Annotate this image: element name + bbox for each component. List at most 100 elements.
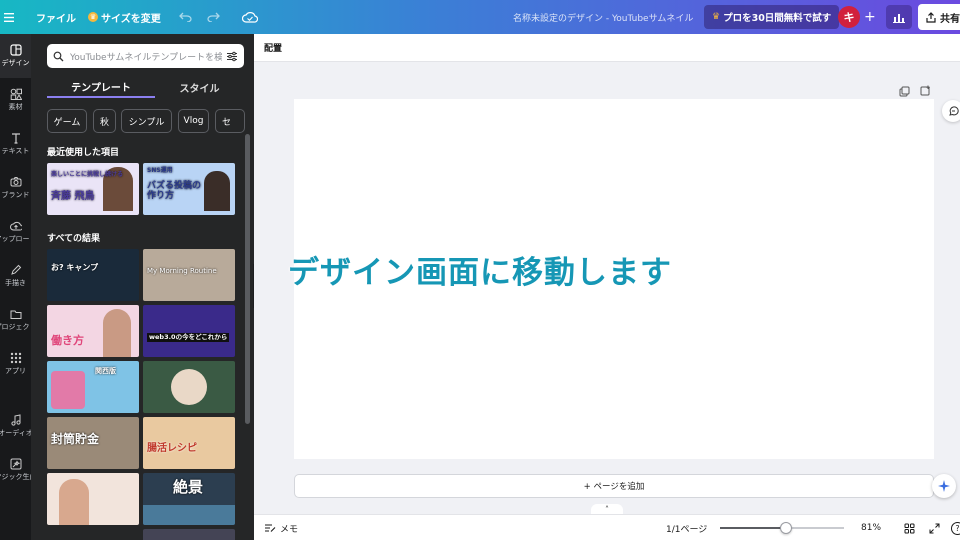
filter-chip[interactable]: 秋 — [93, 109, 116, 133]
avatar-letter: キ — [838, 6, 860, 28]
template-thumb[interactable]: 封筒貯金 — [47, 417, 139, 469]
filter-chip[interactable]: シンプル — [121, 109, 172, 133]
notes-label: メモ — [280, 524, 299, 535]
brand-icon — [10, 177, 21, 187]
rail-label: ブランド — [1, 191, 30, 199]
rail-item-draw[interactable]: 手描き — [0, 254, 31, 298]
bar-chart-icon — [886, 5, 912, 29]
rail-item-apps[interactable]: アプリ — [0, 342, 31, 386]
side-rail: デザイン 素材 テキスト ブランド アップロード 手描き プロジェクト アプリ … — [0, 34, 31, 540]
template-thumb[interactable]: 働き方 — [47, 305, 139, 357]
rail-item-brand[interactable]: ブランド — [0, 166, 31, 210]
audio-icon — [10, 414, 21, 426]
filter-icon — [227, 51, 237, 61]
resize-label: サイズを変更 — [101, 13, 161, 25]
template-thumb[interactable]: web3.0の今をどこれから — [143, 305, 235, 357]
draw-icon — [10, 264, 21, 275]
thumb-title: 斉藤 飛鳥 — [51, 191, 95, 202]
template-thumb[interactable] — [47, 473, 139, 525]
fullscreen-icon[interactable] — [929, 515, 940, 541]
thumb-subtitle: SNS運用 — [147, 167, 173, 174]
thumb-title: My Morning Routine — [147, 267, 217, 275]
upload-icon — [9, 221, 22, 231]
add-page-button[interactable]: + ページを追加 — [294, 474, 934, 498]
all-results-heading: すべての結果 — [47, 234, 101, 244]
rail-label: 手描き — [5, 279, 26, 287]
file-menu[interactable]: ファイル — [36, 0, 76, 34]
magic-icon — [10, 458, 21, 470]
rail-item-design[interactable]: デザイン — [0, 34, 31, 78]
thumb-subtitle: 楽しいことに挑戦し続ける — [51, 171, 124, 178]
rail-label: アップロード — [0, 235, 31, 243]
rail-item-magic[interactable]: マジック生成 — [0, 448, 31, 492]
template-thumb[interactable] — [47, 529, 139, 540]
rail-item-projects[interactable]: プロジェクト — [0, 298, 31, 342]
panel-scrollbar[interactable] — [245, 134, 250, 424]
try-pro-button[interactable]: ♛ プロを30日間無料で試す — [704, 0, 840, 34]
tab-templates[interactable]: テンプレート — [47, 76, 155, 98]
thumb-title: 絶景 — [173, 478, 204, 496]
notes-button[interactable]: メモ — [264, 515, 298, 541]
text-icon — [11, 133, 20, 144]
template-thumb[interactable]: お? キャンプ — [47, 249, 139, 301]
rail-item-elements[interactable]: 素材 — [0, 78, 31, 122]
rail-label: テキスト — [1, 147, 30, 155]
share-icon — [926, 11, 936, 23]
zoom-level[interactable]: 81% — [861, 515, 881, 541]
document-title[interactable]: 名称未設定のデザイン - YouTubeサムネイル — [513, 0, 693, 34]
comment-button[interactable] — [942, 100, 960, 122]
template-thumb[interactable]: My Morning Routine — [143, 249, 235, 301]
resize-button[interactable]: ♛ サイズを変更 — [88, 0, 161, 34]
share-button[interactable]: 共有 — [918, 0, 960, 34]
crown-icon: ♛ — [712, 12, 721, 22]
redo-icon[interactable] — [207, 0, 220, 34]
zoom-slider-handle[interactable] — [780, 522, 792, 534]
expand-pages-icon[interactable]: ˄ — [591, 504, 623, 514]
zoom-slider[interactable] — [720, 515, 844, 541]
help-icon[interactable]: ? — [951, 515, 960, 541]
add-page-icon[interactable] — [920, 81, 931, 100]
notes-icon — [265, 524, 276, 532]
template-thumb[interactable] — [143, 529, 235, 540]
add-collaborator-icon[interactable]: + — [864, 0, 876, 34]
rail-item-upload[interactable]: アップロード — [0, 210, 31, 254]
grid-view-icon[interactable] — [904, 515, 915, 541]
position-button[interactable]: 配置 — [264, 41, 282, 54]
search-placeholder: YouTubeサムネイルテンプレートを検索 — [70, 52, 222, 63]
magic-assistant-button[interactable] — [932, 474, 956, 498]
page-count[interactable]: 1/1ページ — [666, 515, 707, 541]
avatar[interactable]: キ — [838, 0, 860, 34]
template-thumb[interactable] — [143, 361, 235, 413]
context-toolbar: 配置 — [254, 34, 960, 62]
recent-heading: 最近使用した項目 — [47, 148, 120, 158]
recent-template-thumb[interactable]: バズる投稿の作り方 SNS運用 — [143, 163, 235, 215]
cloud-save-icon[interactable] — [242, 0, 258, 34]
thumb-title: 封筒貯金 — [51, 432, 100, 446]
search-input[interactable]: YouTubeサムネイルテンプレートを検索 — [47, 44, 244, 68]
template-thumb[interactable]: 関西版 — [47, 361, 139, 413]
filter-chip[interactable]: ゲーム — [47, 109, 87, 133]
thumb-title: 働き方 — [51, 334, 84, 347]
undo-icon[interactable] — [179, 0, 192, 34]
template-thumb[interactable]: 絶景 — [143, 473, 235, 525]
insights-button[interactable] — [886, 0, 912, 34]
thumb-title: お? キャンプ — [51, 263, 99, 272]
tab-styles[interactable]: スタイル — [155, 76, 244, 98]
elements-icon — [10, 88, 22, 100]
search-icon — [53, 51, 64, 61]
thumb-title: 腸活レシピ — [147, 443, 197, 454]
rail-item-audio[interactable]: オーディオ — [0, 404, 31, 448]
thumb-title: バズる投稿の作り方 — [147, 181, 202, 202]
rail-label: デザイン — [1, 59, 30, 67]
thumb-title: 関西版 — [95, 367, 116, 375]
share-label: 共有 — [940, 13, 960, 25]
rail-item-text[interactable]: テキスト — [0, 122, 31, 166]
rail-label: オーディオ — [0, 429, 31, 437]
filter-chip[interactable]: Vlog — [178, 109, 209, 133]
recent-template-thumb[interactable]: 斉藤 飛鳥 楽しいことに挑戦し続ける — [47, 163, 139, 215]
rail-label: アプリ — [5, 367, 26, 375]
template-thumb[interactable]: 腸活レシピ — [143, 417, 235, 469]
filter-chip[interactable]: セ — [215, 109, 245, 133]
hamburger-icon[interactable] — [4, 0, 18, 34]
zoom-slider-fill — [720, 527, 786, 529]
